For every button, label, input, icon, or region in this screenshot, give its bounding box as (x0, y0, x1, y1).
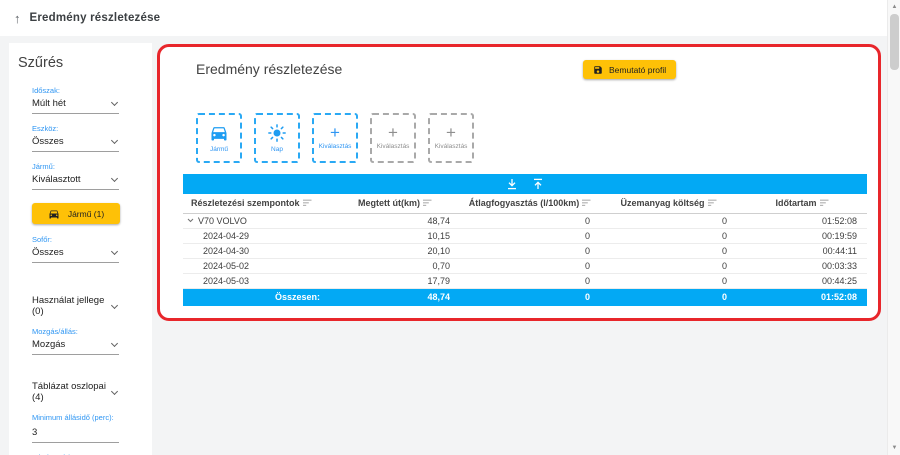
period-field: Időszak: Múlt hét (32, 86, 119, 114)
demo-profile-label: Bemutató profil (609, 65, 666, 75)
device-label: Eszköz: (32, 124, 119, 133)
column-header-criteria[interactable]: Részletezési szempontok (183, 194, 330, 213)
usage-type-value: Használat jellege (0) (32, 295, 112, 317)
vehicle-value: Kiválasztott (32, 174, 81, 185)
column-header-distance[interactable]: Megtett út(km) (330, 194, 460, 213)
chevron-down-icon (111, 301, 118, 308)
filter-title: Szűrés (18, 55, 152, 71)
table-row-day[interactable]: 2024-05-02 0,70 0 0 00:03:33 (183, 258, 867, 273)
group-box-selection-3[interactable]: + Kiválasztás (428, 113, 474, 163)
table-row-day[interactable]: 2024-04-29 10,15 0 0 00:19:59 (183, 228, 867, 243)
sort-icon (708, 199, 717, 207)
group-box-label: Nap (271, 146, 283, 153)
driver-select[interactable]: Összes (32, 247, 119, 263)
table-columns-field: Táblázat oszlopai (4) (32, 381, 119, 403)
period-label: Időszak: (32, 86, 119, 95)
scroll-down-icon[interactable]: ▼ (888, 443, 900, 453)
scrollbar-track[interactable]: ▲ ▼ (887, 0, 900, 455)
download-icon (506, 178, 518, 190)
driver-field: Sofőr: Összes (32, 235, 119, 263)
device-select[interactable]: Összes (32, 136, 119, 152)
sort-icon (820, 199, 829, 207)
group-box-label: Jármű (210, 146, 228, 153)
min-idle-input[interactable] (32, 425, 119, 443)
scroll-up-icon[interactable]: ▲ (888, 2, 900, 12)
group-box-label: Kiválasztás (435, 143, 468, 150)
vehicle-field: Jármű: Kiválasztott (32, 162, 119, 190)
table-row-day[interactable]: 2024-05-03 17,79 0 0 00:44:25 (183, 273, 867, 288)
column-header-fuel-cost[interactable]: Üzemanyag költség (600, 194, 737, 213)
sort-icon (582, 199, 591, 207)
driver-label: Sofőr: (32, 235, 119, 244)
min-idle-field: Minimum állásidő (perc): (32, 413, 119, 443)
group-box-selection-1[interactable]: + Kiválasztás (312, 113, 358, 163)
demo-profile-button[interactable]: Bemutató profil (583, 60, 676, 79)
chevron-down-icon (111, 387, 118, 394)
page-header: ↑ Eredmény részletezése (0, 0, 900, 36)
total-label: Összesen: (183, 288, 330, 306)
column-header-duration[interactable]: Időtartam (737, 194, 867, 213)
vehicle-label: Jármű: (32, 162, 119, 171)
motion-select[interactable]: Mozgás (32, 339, 119, 355)
driver-value: Összes (32, 247, 64, 258)
motion-field: Mozgás/állás: Mozgás (32, 327, 119, 355)
vehicle-count-button[interactable]: Jármű (1) (32, 203, 120, 224)
group-box-selection-2[interactable]: + Kiválasztás (370, 113, 416, 163)
device-field: Eszköz: Összes (32, 124, 119, 152)
plus-icon: + (388, 126, 398, 140)
device-value: Összes (32, 136, 64, 147)
save-icon (593, 65, 603, 75)
table-columns-select[interactable]: Táblázat oszlopai (4) (32, 381, 119, 403)
grouping-row: Jármű Nap + Kiválasztás + Kiválasztás + … (196, 113, 878, 163)
filter-sidebar: Szűrés Időszak: Múlt hét Eszköz: Összes … (9, 43, 152, 455)
export-top-button[interactable] (532, 178, 544, 190)
table-row-vehicle[interactable]: V70 VOLVO 48,74 0 0 01:52:08 (183, 213, 867, 228)
period-value: Múlt hét (32, 98, 66, 109)
period-select[interactable]: Múlt hét (32, 98, 119, 114)
page-title: Eredmény részletezése (30, 12, 161, 24)
car-icon (48, 208, 60, 220)
usage-type-select[interactable]: Használat jellege (0) (32, 295, 119, 317)
sort-icon (423, 199, 432, 207)
result-panel: Eredmény részletezése Bemutató profil Já… (157, 44, 881, 321)
vehicle-select[interactable]: Kiválasztott (32, 174, 119, 190)
group-box-label: Kiválasztás (319, 143, 352, 150)
group-box-vehicle[interactable]: Jármű (196, 113, 242, 163)
group-box-label: Kiválasztás (377, 143, 410, 150)
chevron-down-icon (111, 137, 118, 144)
expand-chevron-icon[interactable] (187, 218, 194, 223)
chevron-down-icon (111, 340, 118, 347)
column-header-consumption[interactable]: Átlagfogyasztás (l/100km) (460, 194, 600, 213)
sort-icon (303, 199, 312, 207)
motion-value: Mozgás (32, 339, 65, 350)
min-idle-label: Minimum állásidő (perc): (32, 413, 119, 422)
chevron-down-icon (111, 175, 118, 182)
vehicle-count-label: Jármű (1) (68, 209, 104, 219)
group-box-day[interactable]: Nap (254, 113, 300, 163)
plus-icon: + (330, 126, 340, 140)
car-icon (209, 123, 229, 143)
table-header-row: Részletezési szempontok Megtett út(km) Á… (183, 194, 867, 213)
plus-icon: + (446, 126, 456, 140)
export-bottom-button[interactable] (506, 178, 518, 190)
chevron-down-icon (111, 248, 118, 255)
table-toolbar (183, 174, 867, 194)
usage-type-field: Használat jellege (0) (32, 295, 119, 317)
chevron-down-icon (111, 99, 118, 106)
motion-label: Mozgás/állás: (32, 327, 119, 336)
table-columns-value: Táblázat oszlopai (4) (32, 381, 112, 403)
results-table: Részletezési szempontok Megtett út(km) Á… (183, 194, 867, 306)
result-title: Eredmény részletezése (196, 61, 878, 77)
scrollbar-thumb[interactable] (890, 14, 899, 70)
sun-icon (267, 123, 287, 143)
back-arrow-icon[interactable]: ↑ (14, 11, 21, 26)
table-row-day[interactable]: 2024-04-30 20,10 0 0 00:44:11 (183, 243, 867, 258)
table-total-row: Összesen: 48,74 0 0 01:52:08 (183, 288, 867, 306)
upload-icon (532, 178, 544, 190)
